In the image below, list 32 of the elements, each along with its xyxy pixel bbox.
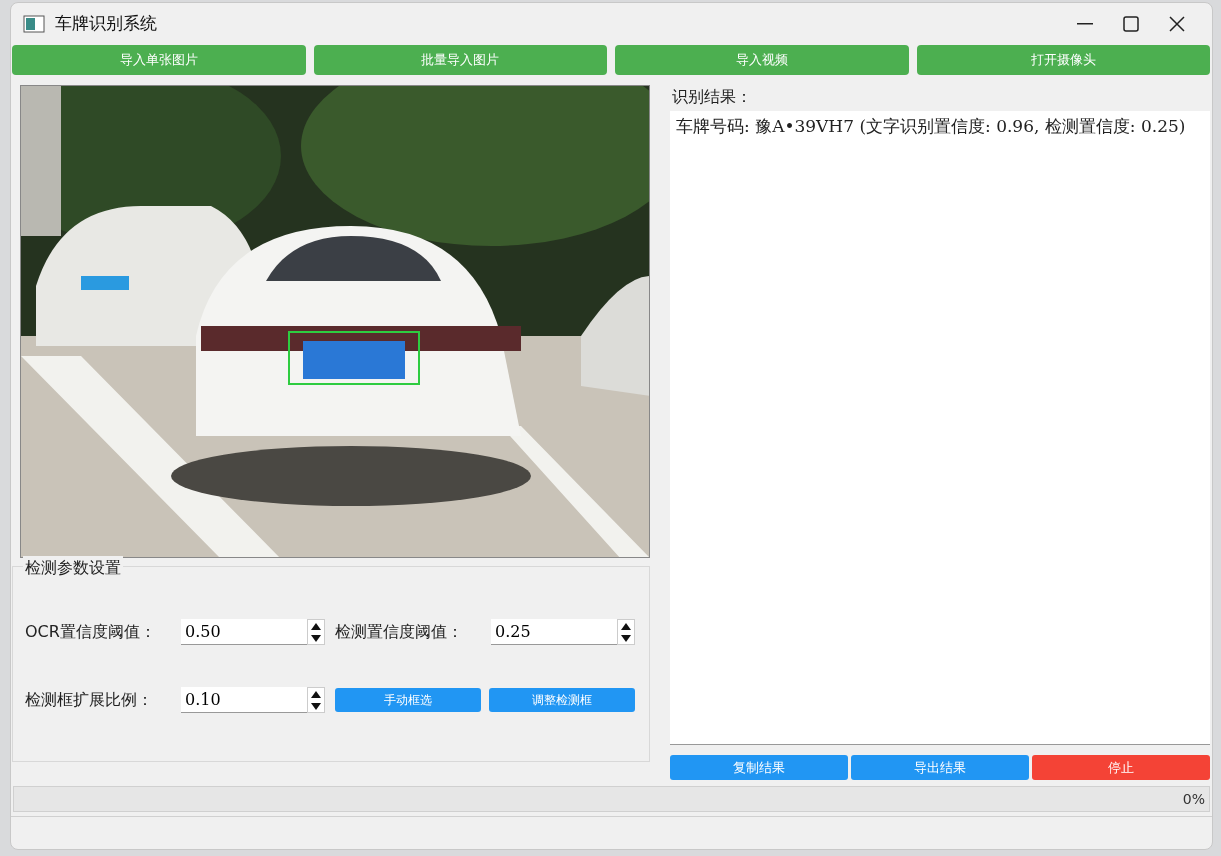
field-label: OCR置信度阈值：	[25, 621, 157, 643]
spin-buttons[interactable]	[307, 619, 325, 645]
down-arrow-icon	[621, 634, 631, 642]
number-input-field[interactable]: 0.10	[181, 687, 307, 713]
action-button[interactable]: 调整检测框	[489, 688, 635, 712]
spin-buttons[interactable]	[307, 687, 325, 713]
maximize-icon[interactable]	[1123, 16, 1139, 32]
up-arrow-icon	[311, 622, 321, 630]
up-arrow-icon	[621, 622, 631, 630]
field-label: 检测框扩展比例：	[25, 689, 154, 711]
app-icon	[23, 15, 45, 33]
down-arrow-icon	[311, 634, 321, 642]
field-label: 检测置信度阈值：	[335, 621, 464, 643]
number-input-field[interactable]: 0.50	[181, 619, 307, 645]
import-button[interactable]: 导入单张图片	[12, 45, 306, 75]
spin-buttons[interactable]	[617, 619, 635, 645]
up-arrow-icon	[311, 690, 321, 698]
import-button[interactable]: 导入视频	[615, 45, 909, 75]
import-button[interactable]: 打开摄像头	[916, 45, 1210, 75]
action-button[interactable]: 导出结果	[851, 755, 1029, 780]
action-button[interactable]: 复制结果	[670, 755, 848, 780]
window-title: 车牌识别系统	[55, 12, 157, 36]
stop-button[interactable]: 停止	[1032, 755, 1210, 780]
progress-reading: 0%	[1181, 789, 1206, 809]
import-button[interactable]: 批量导入图片	[313, 45, 607, 75]
number-input-field[interactable]: 0.25	[491, 619, 617, 645]
result-label: 识别结果：	[671, 86, 753, 108]
close-icon[interactable]	[1169, 16, 1185, 32]
action-button[interactable]: 手动框选	[335, 688, 481, 712]
result-text: 车牌号码: 豫A•39VH7 (文字识别置信度: 0.96, 检测置信度: 0.25)	[676, 115, 1187, 137]
minimize-icon[interactable]	[1077, 23, 1093, 25]
down-arrow-icon	[311, 702, 321, 710]
